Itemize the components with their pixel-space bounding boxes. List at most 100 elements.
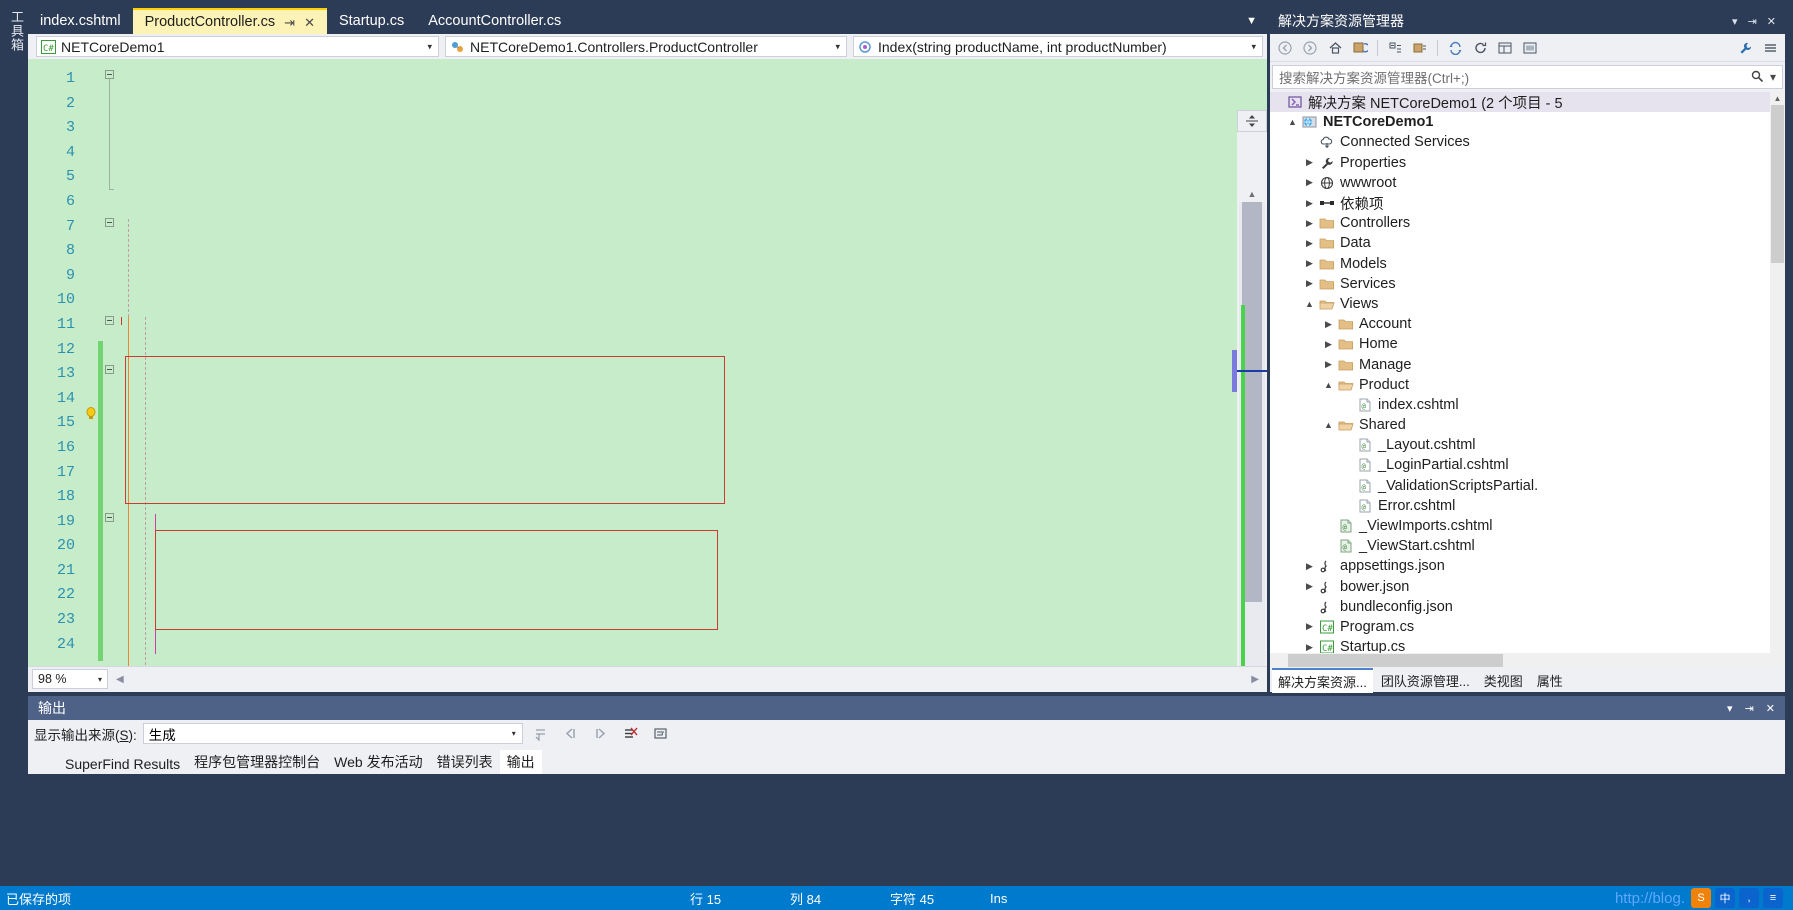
chevron-down-icon[interactable]: ▾ [1770,70,1776,84]
toolbox-strip[interactable]: 工具箱 [0,0,28,770]
toggle-word-wrap-icon[interactable] [649,723,673,745]
expander[interactable]: ▶ [1302,561,1317,572]
expander[interactable]: ▶ [1302,157,1317,168]
editor-vertical-scroll-region[interactable]: ▲ ▼ [1232,110,1267,666]
forward-arrow-icon[interactable] [1299,37,1321,59]
expander[interactable]: ▶ [1302,642,1317,653]
tab-team-explorer[interactable]: 团队资源管理... [1375,669,1476,692]
tree-node-controllers[interactable]: ▶ Controllers [1270,213,1785,233]
pin-icon[interactable]: ⇥ [1745,702,1754,715]
tree-node-shared[interactable]: ▲ Shared [1270,415,1785,435]
expander[interactable]: ▶ [1321,359,1336,370]
pin-icon[interactable]: ⇥ [1748,15,1757,28]
tab-web-publish-activity[interactable]: Web 发布活动 [327,750,429,774]
go-to-next-message-icon[interactable] [589,723,613,745]
expander[interactable]: ▶ [1302,238,1317,249]
tree-node-services[interactable]: ▶ Services [1270,274,1785,294]
class-dropdown[interactable]: NETCoreDemo1.Controllers.ProductControll… [445,36,847,57]
tree-node-error-cshtml[interactable]: @ Error.cshtml [1270,496,1785,516]
expander[interactable]: ▶ [1302,177,1317,188]
tab-superfind-results[interactable]: SuperFind Results [58,754,187,774]
tree-node-models[interactable]: ▶ Models [1270,254,1785,274]
tree-node-loginpartial-cshtml[interactable]: @ _LoginPartial.cshtml [1270,455,1785,475]
tab-productcontroller-cs[interactable]: ProductController.cs ⇥ ✕ [132,8,327,34]
tree-node-bundleconfig-json[interactable]: bundleconfig.json [1270,597,1785,617]
hscroll-right-arrow-icon[interactable]: ▶ [1243,674,1267,685]
sogou-icon[interactable]: S [1691,888,1711,908]
expander[interactable]: ▶ [1302,258,1317,269]
tab-class-view[interactable]: 类视图 [1478,669,1529,692]
toolbar-menu-icon[interactable] [1759,37,1781,59]
tab-properties[interactable]: 属性 [1531,669,1569,692]
scroll-up-arrow-icon[interactable]: ▲ [1771,92,1784,105]
tab-solution-explorer[interactable]: 解决方案资源... [1272,667,1373,693]
chevron-down-icon[interactable]: ▾ [512,729,516,738]
fold-toggle-method[interactable] [105,513,114,522]
tab-output[interactable]: 输出 [499,750,542,774]
expander[interactable]: ▶ [1321,319,1336,330]
expander[interactable]: ▶ [1302,198,1317,209]
sync-icon[interactable] [1444,37,1466,59]
properties-window-icon[interactable] [1494,37,1516,59]
tree-node-views[interactable]: ▲ Views [1270,294,1785,314]
tree-node-index-cshtml[interactable]: @ index.cshtml [1270,395,1785,415]
show-all-files-icon[interactable] [1409,37,1431,59]
clear-all-icon[interactable] [619,723,643,745]
expander[interactable]: ▶ [1302,218,1317,229]
tab-error-list[interactable]: 错误列表 [430,750,500,774]
expander[interactable]: ▲ [1285,117,1300,127]
expander[interactable]: ▶ [1302,621,1317,632]
tree-node-product[interactable]: ▲ Product [1270,375,1785,395]
search-icon[interactable] [1751,70,1764,84]
tree-vertical-scrollbar[interactable]: ▲ [1770,92,1785,653]
expander[interactable]: ▲ [1321,420,1336,430]
tree-node-solution[interactable]: 解决方案 NETCoreDemo1 (2 个项目 - 5 [1270,92,1785,113]
ime-punctuation-icon[interactable]: , [1739,888,1759,908]
chevron-down-icon[interactable]: ▾ [1251,41,1256,52]
scroll-up-arrow-icon[interactable]: ▲ [1239,185,1265,202]
tree-node-account[interactable]: ▶ Account [1270,314,1785,334]
expander[interactable]: ▲ [1321,380,1336,390]
tree-node-validationscriptspartial-cshtml[interactable]: @ _ValidationScriptsPartial. [1270,476,1785,496]
tree-node-startup-cs[interactable]: ▶ C# Startup.cs [1270,637,1785,653]
project-dropdown[interactable]: C# NETCoreDemo1 ▾ [36,36,439,57]
refresh-icon[interactable] [1469,37,1491,59]
ime-chinese-icon[interactable]: 中 [1715,888,1735,908]
find-message-icon[interactable] [529,723,553,745]
back-arrow-icon[interactable] [1274,37,1296,59]
pin-icon[interactable]: ⇥ [284,16,295,29]
tree-node-connected-services[interactable]: Connected Services [1270,132,1785,152]
tab-startup-cs[interactable]: Startup.cs [327,8,416,34]
expander[interactable]: ▶ [1321,339,1336,350]
code-editor[interactable]: 1 2 3 4 5 6 7 8 9 10 11 12 13 14 15 16 1… [28,59,1267,666]
tree-node-data[interactable]: ▶ Data [1270,233,1785,253]
code-text[interactable]: using System; using System.Collections.G… [103,59,1267,666]
close-icon[interactable]: ✕ [1767,15,1776,28]
tree-node-project[interactable]: ▲ NETCoreDemo1 [1270,112,1785,132]
tab-overflow-chevron-down-icon[interactable]: ▼ [1236,8,1267,34]
collapse-all-icon[interactable] [1384,37,1406,59]
home-icon[interactable] [1324,37,1346,59]
expander[interactable]: ▶ [1302,581,1317,592]
wrench-icon[interactable] [1734,37,1756,59]
tree-node-appsettings-json[interactable]: ▶ appsettings.json [1270,556,1785,576]
chevron-down-icon[interactable]: ▾ [1727,702,1733,715]
fold-toggle-usings[interactable] [105,70,114,79]
tree-hscroll-thumb[interactable] [1288,654,1503,667]
scroll-thumb[interactable] [1242,202,1262,602]
tree-scroll-thumb[interactable] [1771,105,1784,263]
tab-accountcontroller-cs[interactable]: AccountController.cs [416,8,573,34]
ime-menu-icon[interactable]: ≡ [1763,888,1783,908]
output-source-dropdown[interactable]: 生成 ▾ [142,723,523,744]
tree-node-program-cs[interactable]: ▶ C# Program.cs [1270,617,1785,637]
tree-node-wwwroot[interactable]: ▶ wwwroot [1270,173,1785,193]
tree-node-dependencies[interactable]: ▶ 依赖项 [1270,193,1785,213]
solution-explorer-search-input[interactable]: 搜索解决方案资源管理器(Ctrl+;) ▾ [1272,65,1783,89]
expander[interactable]: ▶ [1302,278,1317,289]
chevron-down-icon[interactable]: ▾ [427,41,432,52]
tree-node-properties[interactable]: ▶ Properties [1270,153,1785,173]
tree-node-viewimports-cshtml[interactable]: @ _ViewImports.cshtml [1270,516,1785,536]
solution-tree[interactable]: ▲ 解决方案 NETCoreDemo1 (2 个项目 - 5 ▲ NETCore… [1270,92,1785,653]
fold-toggle-class[interactable] [105,316,114,325]
member-dropdown[interactable]: Index(string productName, int productNum… [853,36,1263,57]
